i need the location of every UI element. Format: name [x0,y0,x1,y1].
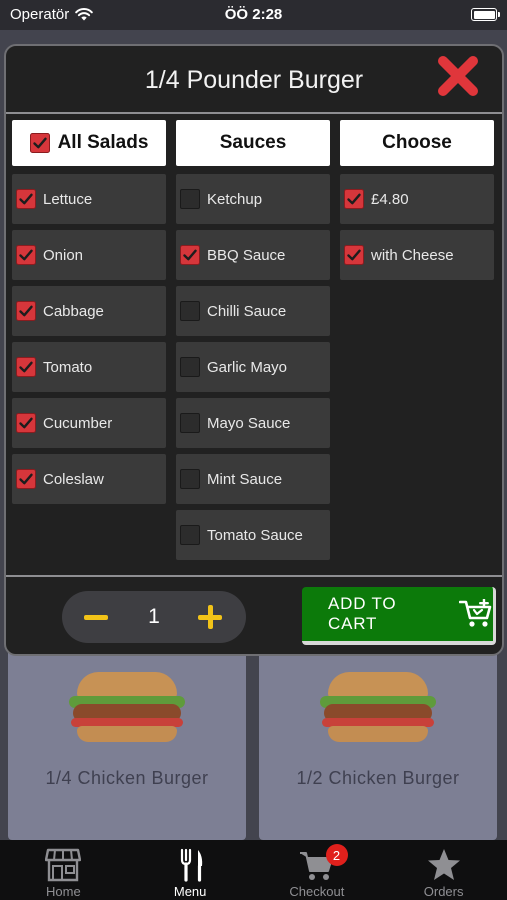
store-icon [45,848,82,882]
checkbox-checked-icon [16,413,36,433]
sauce-option-chilli[interactable]: Chilli Sauce [176,286,330,336]
checkbox-checked-icon [29,133,50,153]
add-to-cart-button[interactable]: ADD TO CART [302,587,496,645]
option-label: £4.80 [371,190,409,208]
checkbox-unchecked-icon [180,525,200,545]
checkbox-unchecked-icon [180,413,200,433]
tab-bar: Home Menu 2 Checkout Orders [0,840,507,900]
add-to-cart-label: ADD TO CART [328,594,397,633]
product-name: 1/4 Chicken Burger [45,768,209,788]
fork-knife-icon [181,848,203,882]
salad-option-onion[interactable]: Onion [12,230,166,280]
divider [6,112,502,114]
sauce-option-garlic-mayo[interactable]: Garlic Mayo [176,342,330,392]
option-label: Garlic Mayo [207,358,288,376]
choose-option-with-cheese[interactable]: with Cheese [340,230,494,280]
close-button[interactable] [436,54,480,98]
tab-orders[interactable]: Orders [380,840,507,900]
status-bar: Operatör ÖÖ 2:28 [0,0,507,30]
clock: ÖÖ 2:28 [224,6,283,23]
checkbox-checked-icon [16,469,36,489]
sauces-header: Sauces [176,120,330,166]
sauce-option-bbq[interactable]: BBQ Sauce [176,230,330,280]
option-label: Ketchup [207,190,263,208]
salad-option-lettuce[interactable]: Lettuce [12,174,166,224]
minus-button[interactable] [84,615,108,620]
choose-option-price[interactable]: £4.80 [340,174,494,224]
option-label: Onion [43,246,84,264]
choose-label: Choose [382,132,452,153]
option-label: Cucumber [43,414,113,432]
all-salads-header[interactable]: All Salads [12,120,166,166]
sauce-option-tomato[interactable]: Tomato Sauce [176,510,330,560]
salad-option-cabbage[interactable]: Cabbage [12,286,166,336]
option-label: Mint Sauce [207,470,283,488]
checkbox-unchecked-icon [180,189,200,209]
option-label: with Cheese [371,246,454,264]
checkbox-checked-icon [16,357,36,377]
burger-image [318,672,438,744]
divider [6,575,502,577]
option-label: Coleslaw [43,470,104,488]
option-label: Lettuce [43,190,93,208]
checkbox-checked-icon [180,245,200,265]
checkbox-checked-icon [16,301,36,321]
sauces-label: Sauces [219,132,287,153]
cart-count-badge: 2 [325,844,348,866]
salad-option-cucumber[interactable]: Cucumber [12,398,166,448]
checkbox-checked-icon [16,245,36,265]
checkbox-unchecked-icon [180,301,200,321]
checkbox-unchecked-icon [180,469,200,489]
checkbox-checked-icon [344,189,364,209]
burger-image [67,672,187,744]
option-label: Mayo Sauce [207,414,291,432]
option-label: Chilli Sauce [207,302,287,320]
tab-label: Home [46,884,81,899]
all-salads-label: All Salads [57,132,149,153]
sauce-option-mint[interactable]: Mint Sauce [176,454,330,504]
sauce-option-mayo[interactable]: Mayo Sauce [176,398,330,448]
quantity-stepper: 1 [62,591,246,643]
checkbox-checked-icon [344,245,364,265]
option-label: Cabbage [43,302,104,320]
tab-label: Orders [423,884,464,899]
checkbox-checked-icon [16,189,36,209]
plus-button[interactable] [198,605,222,629]
product-name: 1/2 Chicken Burger [296,768,460,788]
star-icon [427,849,460,880]
tab-checkout[interactable]: 2 Checkout [254,840,381,900]
tab-home[interactable]: Home [0,840,127,900]
tab-label: Checkout [289,884,345,899]
product-options-modal: 1/4 Pounder Burger All Salads Sauces Cho… [4,44,504,656]
tab-menu[interactable]: Menu [127,840,254,900]
salad-option-coleslaw[interactable]: Coleslaw [12,454,166,504]
option-label: Tomato [43,358,93,376]
battery-icon [471,8,500,21]
tab-label: Menu [173,884,207,899]
cart-add-icon [459,599,492,627]
checkbox-unchecked-icon [180,357,200,377]
sauce-option-ketchup[interactable]: Ketchup [176,174,330,224]
salad-option-tomato[interactable]: Tomato [12,342,166,392]
modal-title: 1/4 Pounder Burger [144,66,364,94]
close-icon [438,56,478,96]
option-label: Tomato Sauce [207,526,303,544]
quantity-value: 1 [148,605,160,628]
option-label: BBQ Sauce [207,246,286,264]
choose-header: Choose [340,120,494,166]
